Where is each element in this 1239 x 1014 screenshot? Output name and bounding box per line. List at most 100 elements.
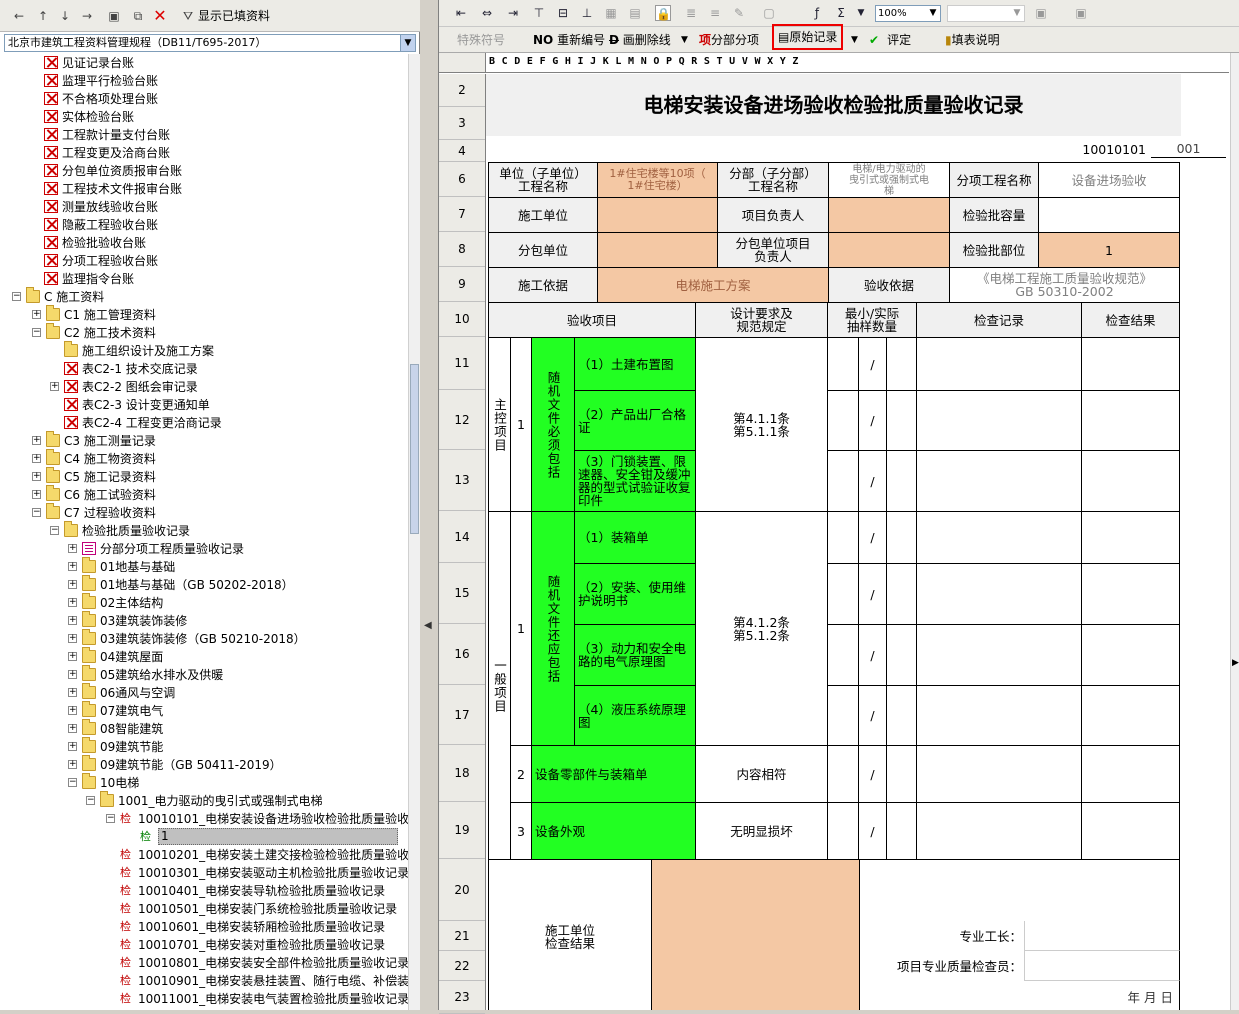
tree-item[interactable]: +04建筑屋面	[0, 647, 408, 666]
copy-icon[interactable]: ⧉	[130, 6, 146, 26]
tree-item[interactable]: 工程变更及洽商台账	[0, 144, 408, 162]
standard-select[interactable]: 北京市建筑工程资料管理规程（DB11/T695-2017） ▼	[4, 34, 416, 52]
tree-item[interactable]: 检 10011001_电梯安装电气装置检验批质量验收记录	[0, 990, 408, 1008]
check-record-cell[interactable]	[916, 745, 1082, 803]
new-doc-icon[interactable]: ▣	[106, 6, 122, 26]
align-right-icon[interactable]: ⇥	[505, 5, 521, 21]
expand-toggle-icon[interactable]: +	[32, 472, 41, 481]
row-number[interactable]: 12	[439, 390, 485, 450]
chevron-down-icon[interactable]: ▼	[851, 31, 858, 49]
collapse-toggle-icon[interactable]: −	[68, 778, 77, 787]
tree-item[interactable]: + C3 施工测量记录	[0, 431, 408, 450]
forward-arrow-icon[interactable]: →	[80, 6, 94, 26]
renumber-button[interactable]: NO 重新编号	[533, 31, 605, 49]
tree-item[interactable]: 工程技术文件报审台账	[0, 180, 408, 198]
original-record-button[interactable]: ▤原始记录	[772, 24, 844, 50]
tree-item[interactable]: − C2 施工技术资料	[0, 323, 408, 342]
tree-item[interactable]: +09建筑节能（GB 50411-2019）	[0, 755, 408, 774]
row-number[interactable]: 4	[439, 140, 485, 162]
check-result-cell[interactable]	[1081, 624, 1180, 686]
tree-item[interactable]: − C 施工资料	[0, 287, 408, 306]
tree-item[interactable]: 实体检验台账	[0, 108, 408, 126]
batch-part-value[interactable]: 1	[1038, 232, 1180, 268]
sub-item-button[interactable]: 项分部分项	[699, 31, 759, 49]
row-number[interactable]: 20	[439, 859, 485, 921]
expand-toggle-icon[interactable]: +	[68, 724, 77, 733]
up-arrow-icon[interactable]: ↑	[36, 6, 50, 26]
min-sample-cell[interactable]	[827, 337, 859, 391]
tree-item[interactable]: + C5 施工记录资料	[0, 467, 408, 486]
check-record-cell[interactable]	[916, 511, 1082, 564]
min-sample-cell[interactable]	[827, 685, 859, 746]
min-sample-cell[interactable]	[827, 511, 859, 564]
row-number[interactable]: 13	[439, 450, 485, 511]
basis-value[interactable]: 电梯施工方案	[597, 267, 829, 303]
tree-item[interactable]: + 分部分项工程质量验收记录	[0, 540, 408, 558]
chevron-down-icon[interactable]: ▼	[1010, 6, 1024, 21]
fill-guide-button[interactable]: ▮填表说明	[945, 31, 1000, 49]
tree-item[interactable]: 不合格项处理台账	[0, 90, 408, 108]
contractor-value[interactable]	[597, 197, 718, 233]
collapse-toggle-icon[interactable]: −	[32, 328, 41, 337]
collapse-arrow-icon[interactable]: ◀	[424, 620, 432, 631]
min-sample-cell[interactable]	[827, 802, 859, 860]
chevron-down-icon[interactable]: ▼	[400, 35, 415, 51]
row-number[interactable]: 21	[439, 921, 485, 951]
actual-sample-cell[interactable]	[886, 745, 917, 803]
check-result-cell[interactable]	[1081, 685, 1180, 746]
actual-sample-cell[interactable]	[886, 624, 917, 686]
tree-item[interactable]: 检 10010901_电梯安装悬挂装置、随行电缆、补偿装	[0, 972, 408, 990]
tree-item[interactable]: +01地基与基础（GB 50202-2018）	[0, 575, 408, 594]
actual-sample-cell[interactable]	[886, 802, 917, 860]
tree-item[interactable]: +06通风与空调	[0, 683, 408, 702]
expand-toggle-icon[interactable]: +	[32, 436, 41, 445]
tree-item[interactable]: 监理指令台账	[0, 270, 408, 288]
tree-item[interactable]: 表C2-3 设计变更通知单	[0, 396, 408, 414]
accept-basis-value[interactable]: 《电梯工程施工质量验收规范》 GB 50310-2002	[949, 267, 1180, 303]
row-number[interactable]: 11	[439, 337, 485, 390]
collapse-toggle-icon[interactable]: −	[32, 508, 41, 517]
tree-item[interactable]: +02主体结构	[0, 593, 408, 612]
row-number[interactable]: 16	[439, 624, 485, 685]
align-left-icon[interactable]: ⇤	[453, 5, 469, 21]
tree-item[interactable]: − 检 10010101_电梯安装设备进场验收检验批质量验收	[0, 810, 408, 828]
expand-arrow-icon[interactable]: ▶	[1232, 658, 1239, 668]
valign-middle-icon[interactable]: ⊟	[555, 5, 571, 21]
expand-toggle-icon[interactable]: +	[68, 634, 77, 643]
expand-toggle-icon[interactable]: +	[68, 742, 77, 751]
tree-item[interactable]: 检1	[0, 828, 408, 846]
row-number[interactable]: 2	[439, 74, 485, 107]
check-record-cell[interactable]	[916, 624, 1082, 686]
form-serial[interactable]: 001	[1151, 140, 1226, 158]
actual-sample-cell[interactable]	[886, 390, 917, 451]
subcontractor-value[interactable]	[597, 232, 718, 268]
align-center-icon[interactable]: ⇔	[479, 5, 495, 21]
valign-bottom-icon[interactable]: ⊥	[579, 5, 595, 21]
check-record-cell[interactable]	[916, 450, 1082, 512]
subitem-name-value[interactable]: 设备进场验收	[1038, 162, 1180, 198]
check-record-cell[interactable]	[916, 685, 1082, 746]
subunit-name-value[interactable]: 电梯/电力驱动的 曳引式或强制式电 梯	[828, 162, 950, 198]
batch-capacity-value[interactable]	[1038, 197, 1180, 233]
zoom-select[interactable]: 100% ▼	[875, 5, 941, 22]
collapse-toggle-icon[interactable]: −	[12, 292, 21, 301]
check-record-cell[interactable]	[916, 337, 1082, 391]
check-record-cell[interactable]	[916, 802, 1082, 860]
collapse-toggle-icon[interactable]: −	[86, 796, 95, 805]
tree-item[interactable]: 监理平行检验台账	[0, 72, 408, 90]
tree-item[interactable]: 表C2-1 技术交底记录	[0, 360, 408, 378]
tree-item[interactable]: +05建筑给水排水及供暖	[0, 665, 408, 684]
chevron-down-icon[interactable]: ▼	[926, 6, 940, 21]
check-result-blank[interactable]	[859, 859, 1180, 921]
sheet-corner[interactable]	[439, 53, 486, 72]
tree-item[interactable]: 工程款计量支付台账	[0, 126, 408, 144]
tree-item[interactable]: 测量放线验收台账	[0, 198, 408, 216]
expand-toggle-icon[interactable]: +	[68, 670, 77, 679]
special-symbol-button[interactable]: 特殊符号	[457, 31, 505, 49]
expand-toggle-icon[interactable]: +	[32, 490, 41, 499]
expand-toggle-icon[interactable]: +	[68, 706, 77, 715]
min-sample-cell[interactable]	[827, 624, 859, 686]
actual-sample-cell[interactable]	[886, 511, 917, 564]
font-color-icon[interactable]: ▣	[1073, 5, 1089, 21]
min-sample-cell[interactable]	[827, 745, 859, 803]
